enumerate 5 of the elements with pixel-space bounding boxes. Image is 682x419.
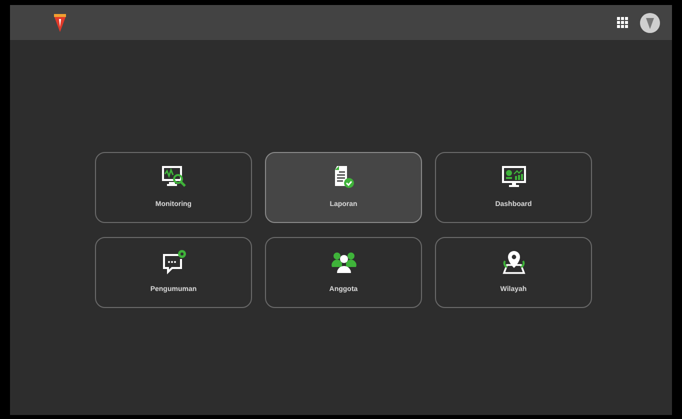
map-pin-icon (500, 249, 526, 276)
avatar-icon[interactable] (640, 12, 660, 32)
logo-icon (53, 12, 67, 32)
chat-bubble-icon (160, 249, 186, 276)
apps-grid-icon[interactable] (617, 17, 628, 28)
